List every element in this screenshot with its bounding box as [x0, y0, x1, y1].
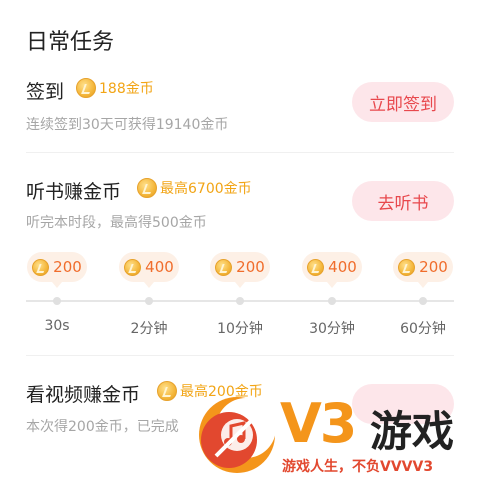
- step-reward-bubble: 400: [119, 252, 179, 288]
- coin-icon: [32, 258, 50, 276]
- page-title: 日常任务: [26, 30, 115, 55]
- step-coins: 200: [419, 258, 448, 276]
- step-coins: 400: [328, 258, 357, 276]
- step-reward-bubble: 200: [27, 252, 87, 288]
- step-coins: 200: [236, 258, 265, 276]
- coin-icon: [215, 258, 233, 276]
- step-time: 10分钟: [217, 321, 263, 337]
- watermark-brand: V3: [280, 392, 357, 455]
- progress-dot: [328, 297, 336, 305]
- listen-desc: 听完本时段，最高得500金币: [26, 215, 207, 231]
- progress-dot: [53, 297, 61, 305]
- checkin-title: 签到: [26, 81, 65, 103]
- coin-icon: [307, 258, 325, 276]
- step-coins: 400: [145, 258, 174, 276]
- listen-reward: 最高6700金币: [137, 178, 252, 198]
- step-reward-bubble: 200: [393, 252, 453, 288]
- checkin-reward: 188金币: [76, 78, 154, 98]
- divider: [26, 152, 454, 153]
- checkin-reward-text: 188金币: [99, 81, 154, 97]
- step-time: 60分钟: [400, 321, 446, 337]
- checkin-desc: 连续签到30天可获得19140金币: [26, 117, 229, 133]
- coin-icon: [76, 78, 96, 98]
- music-note-logo-icon: [199, 397, 276, 473]
- step-coins: 200: [53, 258, 82, 276]
- listen-reward-text: 最高6700金币: [160, 181, 252, 197]
- step-time: 30s: [44, 318, 70, 334]
- progress-dot: [236, 297, 244, 305]
- watermark-name: 游戏: [370, 407, 455, 456]
- progress-dot: [419, 297, 427, 305]
- step-reward-bubble: 200: [210, 252, 270, 288]
- step-time: 30分钟: [309, 321, 355, 337]
- watermark: V3 游戏 游戏人生，不负VVVV3: [196, 392, 480, 478]
- divider: [26, 355, 454, 356]
- coin-icon: [157, 381, 177, 401]
- coin-icon: [124, 258, 142, 276]
- video-title: 看视频赚金币: [26, 384, 141, 406]
- coin-icon: [398, 258, 416, 276]
- listen-button[interactable]: 去听书: [352, 181, 454, 221]
- video-desc: 本次得200金币，已完成: [26, 419, 179, 435]
- coin-icon: [137, 178, 157, 198]
- step-time: 2分钟: [130, 321, 168, 337]
- step-reward-bubble: 400: [302, 252, 362, 288]
- watermark-slogan: 游戏人生，不负VVVV3: [282, 459, 434, 475]
- listen-title: 听书赚金币: [26, 181, 122, 203]
- progress-dot: [145, 297, 153, 305]
- checkin-button[interactable]: 立即签到: [352, 82, 454, 122]
